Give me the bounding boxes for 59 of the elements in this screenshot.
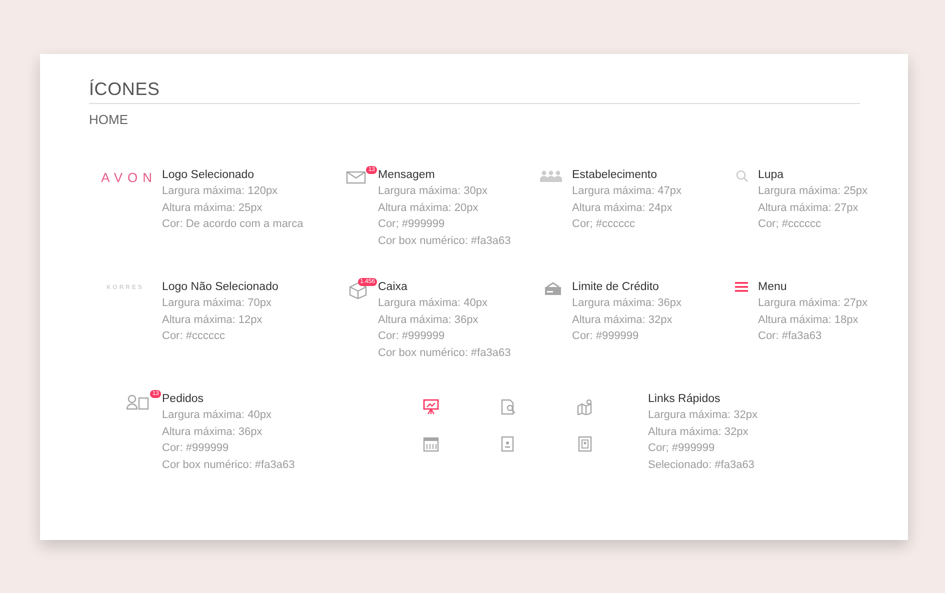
- spec-detail: Largura máxima: 120px: [162, 184, 279, 199]
- spec-detail: Altura máxima: 25px: [162, 200, 264, 216]
- card-icon: [544, 282, 562, 296]
- section-title: HOME: [89, 112, 129, 128]
- spec-detail: Altura máxima: 24px: [572, 200, 674, 216]
- menu-icon: [735, 282, 748, 292]
- spec-title: Menu: [758, 280, 788, 295]
- spec-detail: Largura máxima: 25px: [758, 184, 868, 199]
- spec-detail: Largura máxima: 40px: [378, 296, 488, 311]
- spec-detail: Altura máxima: 20px: [378, 200, 480, 216]
- document-search-icon[interactable]: [500, 399, 516, 415]
- spec-detail: Largura máxima: 32px: [648, 408, 758, 423]
- spec-detail: Altura máxima: 12px: [162, 312, 264, 328]
- spec-title: Logo Não Selecionado: [162, 280, 280, 295]
- brand-logo: AVON: [101, 170, 157, 185]
- spec-detail: Largura máxima: 27px: [758, 296, 868, 311]
- spec-detail: Cor; #cccccc: [758, 217, 822, 232]
- presentation-icon[interactable]: [422, 399, 438, 415]
- spec-detail: Selecionado: #fa3a63: [648, 458, 756, 472]
- spec-title: Estabelecimento: [572, 168, 658, 183]
- spec-detail: Cor: #999999: [572, 329, 640, 344]
- spec-title: Mensagem: [378, 168, 436, 183]
- spec-detail: Cor; #999999: [648, 441, 716, 456]
- spec-detail: Cor box numérico: #fa3a63: [378, 346, 512, 360]
- spec-detail: Largura máxima: 36px: [572, 296, 682, 311]
- box-icon: [348, 282, 368, 299]
- search-icon: [736, 170, 748, 182]
- spec-detail: Cor: #999999: [162, 441, 230, 456]
- spec-title: Logo Selecionado: [162, 168, 256, 183]
- page-title: ÍCONES: [89, 78, 161, 100]
- spec-title: Limite de Crédito: [572, 280, 660, 295]
- spec-detail: Largura máxima: 70px: [162, 296, 272, 311]
- spec-detail: Altura máxima: 18px: [758, 312, 860, 328]
- spec-detail: Cor: #cccccc: [162, 329, 226, 344]
- calendar-icon[interactable]: [422, 436, 438, 452]
- spec-detail: Cor: #fa3a63: [758, 329, 823, 344]
- spec-detail: Largura máxima: 40px: [162, 408, 272, 423]
- spec-detail: Altura máxima: 27px: [758, 200, 860, 216]
- spec-title: Links Rápidos: [648, 392, 722, 407]
- spec-detail: Cor box numérico: #fa3a63: [378, 234, 512, 248]
- spec-title: Pedidos: [162, 392, 205, 407]
- spec-detail: Largura máxima: 47px: [572, 184, 682, 199]
- map-pin-icon[interactable]: [576, 399, 592, 415]
- people-icon: [540, 170, 562, 182]
- spec-title: Caixa: [378, 280, 408, 295]
- envelope-icon: [346, 170, 368, 184]
- spec-detail: Cor box numérico: #fa3a63: [162, 458, 296, 472]
- contact-book-icon[interactable]: [500, 436, 516, 452]
- spec-detail: Altura máxima: 36px: [378, 312, 480, 328]
- spec-title: Lupa: [758, 168, 785, 183]
- spec-detail: Cor: #999999: [378, 329, 446, 344]
- spec-detail: Cor; #999999: [378, 217, 446, 232]
- spec-detail: Altura máxima: 32px: [648, 424, 750, 440]
- spec-detail: Largura máxima: 30px: [378, 184, 488, 199]
- spec-detail: Altura máxima: 32px: [572, 312, 674, 328]
- spec-detail: Cor; #cccccc: [572, 217, 636, 232]
- spec-detail: Altura máxima: 36px: [162, 424, 264, 440]
- spec-detail: Cor: De acordo com a marca: [162, 217, 304, 232]
- id-badge-icon[interactable]: [576, 436, 592, 452]
